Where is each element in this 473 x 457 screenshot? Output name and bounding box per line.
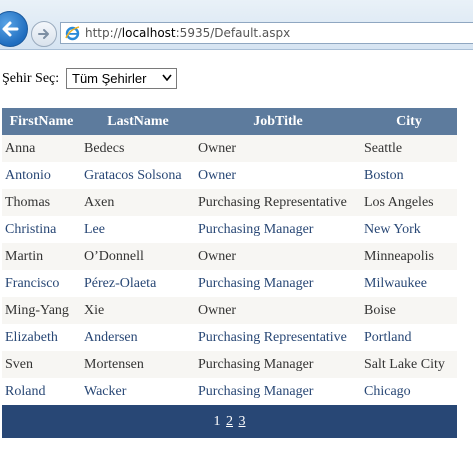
cell-lastname: Wacker bbox=[81, 378, 195, 405]
cell-jobtitle: Owner bbox=[195, 135, 361, 162]
table-row: Thomas Axen Purchasing Representative Lo… bbox=[2, 189, 457, 216]
cell-firstname: Sven bbox=[2, 351, 81, 378]
cell-jobtitle: Purchasing Manager bbox=[195, 351, 361, 378]
table-row: Roland Wacker Purchasing Manager Chicago bbox=[2, 378, 457, 405]
cell-jobtitle: Purchasing Manager bbox=[195, 216, 361, 243]
cell-firstname: Christina bbox=[2, 216, 81, 243]
employees-grid: FirstName LastName JobTitle City Anna Be… bbox=[2, 108, 457, 405]
cell-city: Boston bbox=[361, 162, 457, 189]
cell-city: Minneapolis bbox=[361, 243, 457, 270]
cell-city: Chicago bbox=[361, 378, 457, 405]
cell-city: New York bbox=[361, 216, 457, 243]
url-text: http://localhost:5935/Default.aspx bbox=[85, 26, 290, 40]
grid-pager: 1 2 3 bbox=[2, 405, 457, 438]
cell-lastname: Bedecs bbox=[81, 135, 195, 162]
page-content: Şehir Seç: Tüm Şehirler FirstName LastNa… bbox=[0, 50, 473, 457]
cell-firstname: Thomas bbox=[2, 189, 81, 216]
internet-explorer-icon bbox=[65, 26, 80, 41]
city-select[interactable]: Tüm Şehirler bbox=[66, 68, 177, 89]
forward-arrow-icon bbox=[38, 29, 49, 39]
cell-lastname: Pérez-Olaeta bbox=[81, 270, 195, 297]
header-city: City bbox=[361, 108, 457, 135]
cell-city: Boise bbox=[361, 297, 457, 324]
chevron-down-icon bbox=[162, 74, 172, 81]
header-firstname: FirstName bbox=[2, 108, 81, 135]
browser-toolbar: http://localhost:5935/Default.aspx bbox=[0, 0, 473, 50]
cell-firstname: Francisco bbox=[2, 270, 81, 297]
table-row: Christina Lee Purchasing Manager New Yor… bbox=[2, 216, 457, 243]
cell-firstname: Martin bbox=[2, 243, 81, 270]
header-jobtitle: JobTitle bbox=[195, 108, 361, 135]
cell-jobtitle: Owner bbox=[195, 162, 361, 189]
forward-button[interactable] bbox=[31, 21, 57, 47]
table-row: Francisco Pérez-Olaeta Purchasing Manage… bbox=[2, 270, 457, 297]
cell-city: Milwaukee bbox=[361, 270, 457, 297]
back-button[interactable] bbox=[0, 11, 28, 47]
cell-lastname: Gratacos Solsona bbox=[81, 162, 195, 189]
url-prefix: http:// bbox=[85, 26, 122, 40]
cell-jobtitle: Purchasing Manager bbox=[195, 270, 361, 297]
cell-lastname: Xie bbox=[81, 297, 195, 324]
table-row: Martin O’Donnell Owner Minneapolis bbox=[2, 243, 457, 270]
grid-header-row: FirstName LastName JobTitle City bbox=[2, 108, 457, 135]
cell-firstname: Antonio bbox=[2, 162, 81, 189]
cell-jobtitle: Purchasing Manager bbox=[195, 378, 361, 405]
cell-lastname: Andersen bbox=[81, 324, 195, 351]
cell-jobtitle: Owner bbox=[195, 297, 361, 324]
cell-lastname: Lee bbox=[81, 216, 195, 243]
city-select-value: Tüm Şehirler bbox=[72, 71, 147, 86]
url-host: localhost bbox=[121, 26, 176, 40]
cell-firstname: Ming-Yang bbox=[2, 297, 81, 324]
cell-city: Seattle bbox=[361, 135, 457, 162]
cell-jobtitle: Purchasing Representative bbox=[195, 189, 361, 216]
table-row: Sven Mortensen Purchasing Manager Salt L… bbox=[2, 351, 457, 378]
pager-page-link[interactable]: 2 bbox=[226, 414, 233, 429]
pager-page-link[interactable]: 3 bbox=[239, 414, 246, 429]
cell-firstname: Anna bbox=[2, 135, 81, 162]
city-filter-label: Şehir Seç: bbox=[2, 71, 60, 86]
address-bar[interactable]: http://localhost:5935/Default.aspx bbox=[60, 22, 473, 44]
table-row: Ming-Yang Xie Owner Boise bbox=[2, 297, 457, 324]
pager-current-page: 1 bbox=[213, 414, 221, 429]
cell-city: Portland bbox=[361, 324, 457, 351]
table-row: Antonio Gratacos Solsona Owner Boston bbox=[2, 162, 457, 189]
table-row: Anna Bedecs Owner Seattle bbox=[2, 135, 457, 162]
cell-city: Salt Lake City bbox=[361, 351, 457, 378]
cell-lastname: Mortensen bbox=[81, 351, 195, 378]
cell-lastname: O’Donnell bbox=[81, 243, 195, 270]
cell-lastname: Axen bbox=[81, 189, 195, 216]
header-lastname: LastName bbox=[81, 108, 195, 135]
url-rest: :5935/Default.aspx bbox=[175, 26, 291, 40]
cell-jobtitle: Owner bbox=[195, 243, 361, 270]
cell-jobtitle: Purchasing Representative bbox=[195, 324, 361, 351]
cell-firstname: Elizabeth bbox=[2, 324, 81, 351]
cell-firstname: Roland bbox=[2, 378, 81, 405]
back-arrow-icon bbox=[2, 21, 19, 37]
cell-city: Los Angeles bbox=[361, 189, 457, 216]
table-row: Elizabeth Andersen Purchasing Representa… bbox=[2, 324, 457, 351]
